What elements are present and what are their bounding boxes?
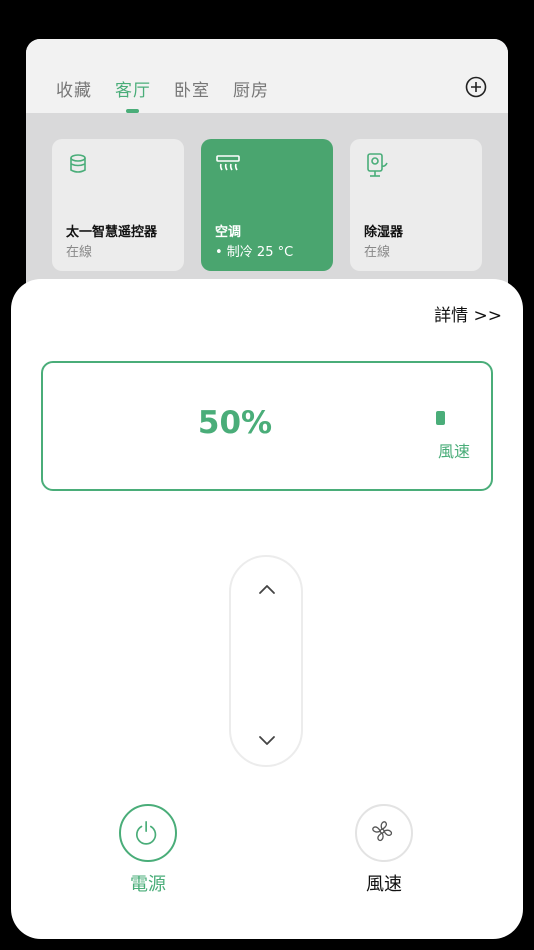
fan-speed-value: 50% xyxy=(197,405,273,441)
chevron-down-icon[interactable] xyxy=(253,731,281,749)
device-card-dehumidifier[interactable]: 除湿器 在線 xyxy=(350,139,482,271)
fan-speed-display: 50% 風速 xyxy=(41,361,493,491)
device-control-sheet: 詳情 >> 50% 風速 電源 風速 xyxy=(11,279,523,939)
device-name: 空调 xyxy=(215,225,242,240)
tab-favorites[interactable]: 收藏 xyxy=(56,76,92,101)
device-status: 在線 xyxy=(66,245,93,260)
power-label: 電源 xyxy=(130,874,166,895)
power-icon xyxy=(135,820,157,845)
device-status: 在線 xyxy=(364,245,391,260)
fan-speed-button[interactable] xyxy=(355,804,413,862)
details-link[interactable]: 詳情 >> xyxy=(434,301,502,326)
fan-speed-level-icon xyxy=(436,411,445,425)
tab-kitchen[interactable]: 厨房 xyxy=(233,76,269,101)
active-tab-indicator xyxy=(126,109,139,113)
add-icon[interactable] xyxy=(465,76,487,98)
chevron-up-icon[interactable] xyxy=(253,581,281,599)
device-name: 太一智慧遥控器 xyxy=(66,225,158,240)
air-conditioner-icon xyxy=(216,155,240,171)
device-name: 除湿器 xyxy=(364,225,404,240)
fan-speed-label: 風速 xyxy=(438,442,471,461)
device-card-remote[interactable]: 太一智慧遥控器 在線 xyxy=(52,139,184,271)
device-status: • 制冷 25 °C xyxy=(215,245,294,260)
speed-stepper xyxy=(229,555,303,767)
device-card-air-conditioner[interactable]: 空调 • 制冷 25 °C xyxy=(201,139,333,271)
power-button[interactable] xyxy=(119,804,177,862)
remote-cylinder-icon xyxy=(70,154,86,173)
fan-icon xyxy=(372,821,393,842)
tab-living-room[interactable]: 客厅 xyxy=(115,76,151,101)
tab-bedroom[interactable]: 卧室 xyxy=(174,76,210,101)
fan-speed-button-label: 風速 xyxy=(366,874,402,895)
room-tab-bar: 收藏 客厅 卧室 厨房 xyxy=(26,39,508,113)
dehumidifier-icon xyxy=(367,153,388,177)
